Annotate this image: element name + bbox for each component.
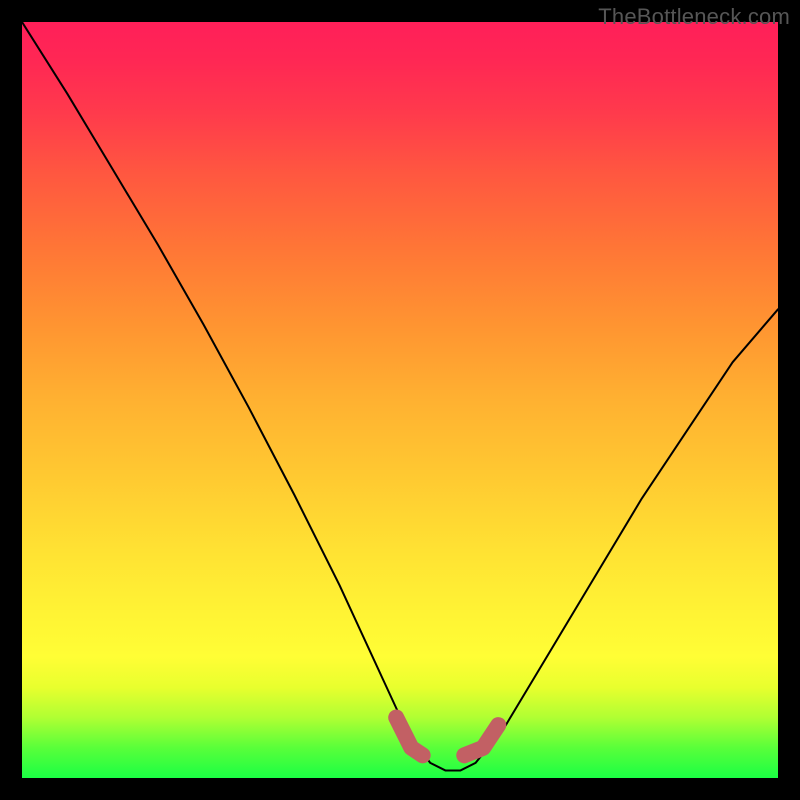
- highlight-dash-right: [464, 725, 498, 755]
- chart-svg: [22, 22, 778, 778]
- bottleneck-curve: [22, 22, 778, 770]
- watermark-text: TheBottleneck.com: [598, 4, 790, 30]
- plot-area: [22, 22, 778, 778]
- highlight-dash-left: [396, 718, 422, 756]
